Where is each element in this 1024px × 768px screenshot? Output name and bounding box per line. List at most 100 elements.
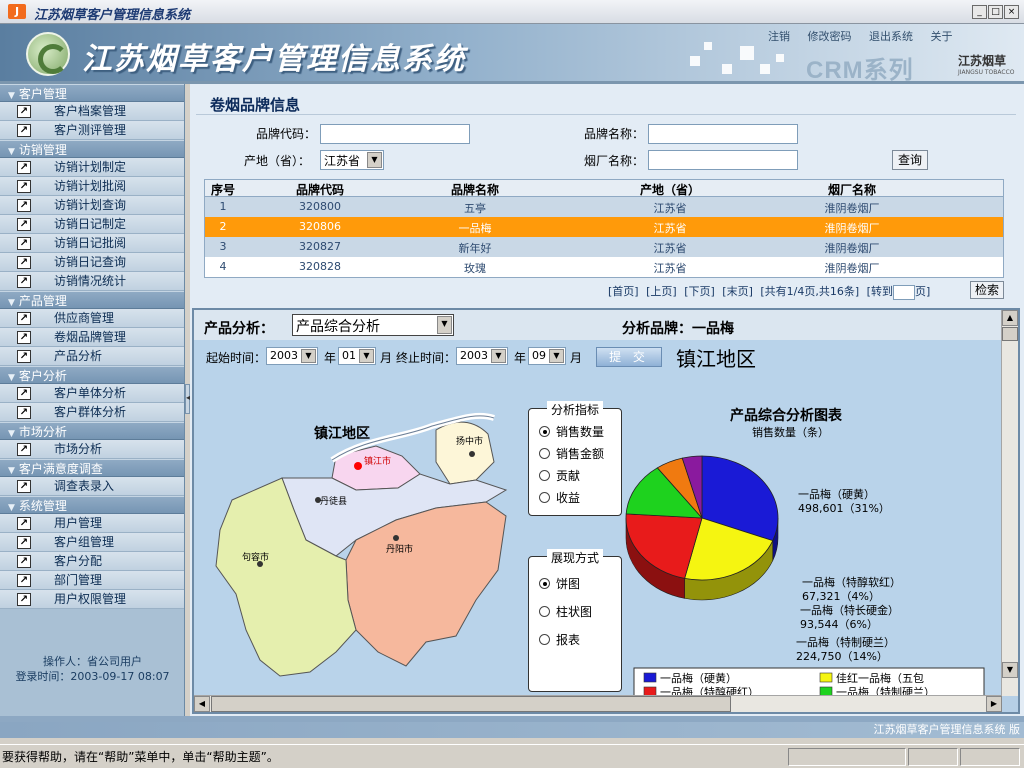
pager-first[interactable]: [首页] bbox=[608, 285, 639, 298]
radio-circle-icon[interactable] bbox=[539, 634, 550, 645]
origin-select[interactable]: 江苏省 ▼ bbox=[320, 150, 384, 170]
submit-button[interactable]: 提 交 bbox=[596, 347, 662, 367]
analysis-horizontal-scrollbar[interactable]: ◀ ▶ bbox=[194, 695, 1002, 712]
radio-circle-icon[interactable] bbox=[539, 470, 550, 481]
sidebar-group-header[interactable]: ▼ 产品管理 bbox=[0, 291, 184, 309]
sidebar-item[interactable]: ↗ 客户群体分析 bbox=[0, 403, 184, 422]
horizontal-scroll-thumb[interactable] bbox=[211, 696, 731, 712]
sidebar-group-header[interactable]: ▼ 系统管理 bbox=[0, 496, 184, 514]
logout-link[interactable]: 注销 bbox=[768, 30, 790, 43]
end-month-select[interactable]: 09 ▼ bbox=[528, 347, 566, 365]
sidebar-item[interactable]: ↗ 客户组管理 bbox=[0, 533, 184, 552]
radio-circle-icon[interactable] bbox=[539, 578, 550, 589]
start-year-select[interactable]: 2003 ▼ bbox=[266, 347, 318, 365]
sidebar-item[interactable]: ↗ 访销日记查询 bbox=[0, 253, 184, 272]
sidebar-item[interactable]: ↗ 客户测评管理 bbox=[0, 121, 184, 140]
scroll-left-button[interactable]: ◀ bbox=[194, 696, 210, 712]
sidebar-item[interactable]: ↗ 客户档案管理 bbox=[0, 102, 184, 121]
sidebar-item[interactable]: ↗ 部门管理 bbox=[0, 571, 184, 590]
table-cell: 3 bbox=[219, 240, 227, 253]
start-year-value: 2003 bbox=[270, 349, 298, 362]
sidebar-item[interactable]: ↗ 访销情况统计 bbox=[0, 272, 184, 291]
factory-name-input[interactable] bbox=[648, 150, 798, 170]
chevron-down-icon[interactable]: ▼ bbox=[301, 349, 316, 363]
sidebar-item-label: 客户群体分析 bbox=[54, 405, 127, 419]
radio-option[interactable]: 饼图 bbox=[539, 575, 580, 592]
sidebar-item[interactable]: ↗ 客户分配 bbox=[0, 552, 184, 571]
chevron-down-icon[interactable]: ▼ bbox=[367, 152, 382, 168]
analysis-vertical-scrollbar[interactable]: ▲ ▼ bbox=[1001, 310, 1018, 696]
sidebar-item[interactable]: ↗ 访销日记制定 bbox=[0, 215, 184, 234]
sidebar-item[interactable]: ↗ 卷烟品牌管理 bbox=[0, 328, 184, 347]
radio-circle-icon[interactable] bbox=[539, 606, 550, 617]
table-cell: 淮阴卷烟厂 bbox=[824, 202, 880, 215]
map-region-yangzhong[interactable] bbox=[435, 421, 495, 485]
city-marker-yangzhong[interactable] bbox=[469, 451, 475, 457]
sidebar-item[interactable]: ↗ 访销计划制定 bbox=[0, 158, 184, 177]
chevron-down-icon[interactable]: ▼ bbox=[491, 349, 506, 363]
radio-circle-icon[interactable] bbox=[539, 492, 550, 503]
scroll-up-button[interactable]: ▲ bbox=[1002, 310, 1018, 326]
analysis-type-select[interactable]: 产品综合分析 ▼ bbox=[292, 314, 454, 336]
sidebar-group-header[interactable]: ▼ 客户管理 bbox=[0, 84, 184, 102]
chevron-down-icon[interactable]: ▼ bbox=[549, 349, 564, 363]
sidebar-group-header[interactable]: ▼ 客户分析 bbox=[0, 366, 184, 384]
arrow-link-icon: ↗ bbox=[17, 593, 31, 606]
chevron-down-icon[interactable]: ▼ bbox=[437, 316, 452, 334]
chevron-down-icon[interactable]: ▼ bbox=[359, 349, 374, 363]
table-row[interactable]: 4 320828 玫瑰 江苏省 淮阴卷烟厂 bbox=[205, 257, 1003, 277]
table-row[interactable]: 2 320806 一品梅 江苏省 淮阴卷烟厂 bbox=[205, 217, 1003, 237]
exit-system-link[interactable]: 退出系统 bbox=[869, 30, 913, 43]
table-row[interactable]: 3 320827 新年好 江苏省 淮阴卷烟厂 bbox=[205, 237, 1003, 257]
brand-table: 序号 品牌代码 品牌名称 产地（省） 烟厂名称 1 320800 五亭 江苏省 淮阴卷烟厂 2 32… bbox=[204, 179, 1004, 278]
sidebar-group-header[interactable]: ▼ 市场分析 bbox=[0, 422, 184, 440]
sidebar-item[interactable]: ↗ 访销日记批阅 bbox=[0, 234, 184, 253]
sidebar-item[interactable]: ↗ 市场分析 bbox=[0, 440, 184, 459]
start-month-select[interactable]: 01 ▼ bbox=[338, 347, 376, 365]
brand-code-input[interactable] bbox=[320, 124, 470, 144]
radio-option[interactable]: 收益 bbox=[539, 489, 580, 506]
pager-next[interactable]: [下页] bbox=[684, 285, 715, 298]
search-button[interactable]: 检索 bbox=[970, 281, 1004, 299]
query-button[interactable]: 查询 bbox=[892, 150, 928, 170]
table-cell: 320806 bbox=[299, 220, 341, 233]
sidebar-item[interactable]: ↗ 产品分析 bbox=[0, 347, 184, 366]
radio-option[interactable]: 销售金额 bbox=[539, 445, 604, 462]
minimize-button[interactable]: _ bbox=[972, 5, 987, 19]
city-marker-zhenjiang[interactable] bbox=[354, 462, 362, 470]
radio-circle-icon[interactable] bbox=[539, 426, 550, 437]
sidebar-item[interactable]: ↗ 用户管理 bbox=[0, 514, 184, 533]
sidebar-item[interactable]: ↗ 供应商管理 bbox=[0, 309, 184, 328]
pager-info: [共有1/4页,共16条] bbox=[760, 285, 860, 298]
change-password-link[interactable]: 修改密码 bbox=[808, 30, 852, 43]
vertical-scroll-thumb[interactable] bbox=[1002, 327, 1018, 341]
sidebar-item[interactable]: ↗ 用户权限管理 bbox=[0, 590, 184, 609]
chart-title: 产品综合分析图表 bbox=[730, 407, 843, 424]
sidebar-item[interactable]: ↗ 访销计划批阅 bbox=[0, 177, 184, 196]
radio-circle-icon[interactable] bbox=[539, 448, 550, 459]
scroll-down-button[interactable]: ▼ bbox=[1002, 662, 1018, 678]
maximize-button[interactable]: □ bbox=[988, 5, 1003, 19]
radio-option[interactable]: 贡献 bbox=[539, 467, 580, 484]
radio-option[interactable]: 销售数量 bbox=[539, 423, 604, 440]
close-button[interactable]: × bbox=[1004, 5, 1019, 19]
radio-option[interactable]: 报表 bbox=[539, 631, 580, 648]
sidebar-group-header[interactable]: ▼ 客户满意度调查 bbox=[0, 459, 184, 477]
table-cell: 新年好 bbox=[458, 242, 492, 255]
page-number-input[interactable] bbox=[892, 284, 915, 300]
decor-square bbox=[740, 46, 754, 60]
radio-option[interactable]: 柱状图 bbox=[539, 603, 592, 620]
sidebar-item[interactable]: ↗ 客户单体分析 bbox=[0, 384, 184, 403]
end-year-select[interactable]: 2003 ▼ bbox=[456, 347, 508, 365]
pager-last[interactable]: [末页] bbox=[722, 285, 753, 298]
scroll-right-button[interactable]: ▶ bbox=[986, 696, 1002, 712]
sidebar-item[interactable]: ↗ 调查表录入 bbox=[0, 477, 184, 496]
pager-prev[interactable]: [上页] bbox=[646, 285, 677, 298]
sidebar-item[interactable]: ↗ 访销计划查询 bbox=[0, 196, 184, 215]
logo-icon bbox=[26, 32, 70, 76]
sidebar-group-header[interactable]: ▼ 访销管理 bbox=[0, 140, 184, 158]
brand-name-input[interactable] bbox=[648, 124, 798, 144]
about-link[interactable]: 关于 bbox=[931, 30, 953, 43]
table-row[interactable]: 1 320800 五亭 江苏省 淮阴卷烟厂 bbox=[205, 197, 1003, 217]
city-marker-danyang[interactable] bbox=[393, 535, 399, 541]
